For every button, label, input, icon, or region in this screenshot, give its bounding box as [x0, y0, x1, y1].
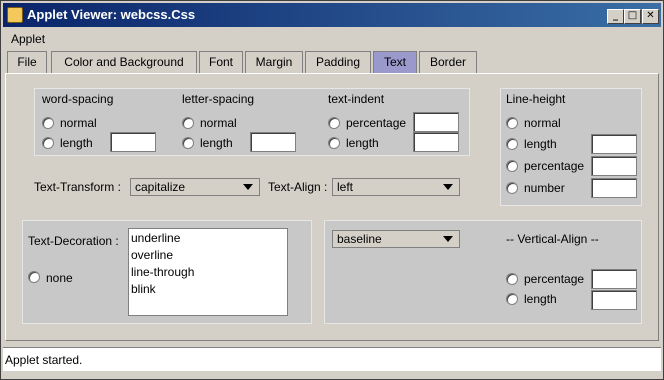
list-item-underline[interactable]: underline [131, 231, 180, 245]
tab-padding[interactable]: Padding [305, 51, 371, 73]
vertical-align-length-label: length [524, 292, 557, 306]
line-height-title: Line-height [506, 92, 566, 106]
text-decoration-none-radio[interactable] [28, 271, 40, 283]
text-indent-percentage-label: percentage [346, 116, 407, 130]
word-spacing-normal-label: normal [60, 116, 97, 130]
text-decoration-list[interactable]: underline overline line-through blink [128, 228, 288, 316]
applet-window: Applet Viewer: webcss.Css _ □ ✕ Applet F… [0, 0, 664, 380]
letter-spacing-normal-label: normal [200, 116, 237, 130]
text-transform-select[interactable]: capitalize [130, 178, 260, 196]
letter-spacing-title: letter-spacing [182, 92, 255, 106]
window-title: Applet Viewer: webcss.Css [27, 7, 196, 22]
line-height-number-label: number [524, 181, 565, 195]
text-transform-value: capitalize [135, 180, 186, 194]
vertical-align-value: baseline [337, 232, 382, 246]
word-spacing-normal-radio[interactable] [42, 117, 54, 129]
vertical-align-percentage-input[interactable] [591, 269, 637, 289]
word-spacing-length-label: length [60, 136, 93, 150]
text-align-label: Text-Align : [268, 180, 328, 194]
line-height-number-radio[interactable] [506, 182, 518, 194]
tab-file[interactable]: File [7, 51, 47, 73]
text-transform-label: Text-Transform : [34, 180, 121, 194]
list-item-line-through[interactable]: line-through [131, 265, 194, 279]
tab-text[interactable]: Text [373, 51, 417, 73]
line-height-normal-label: normal [524, 116, 561, 130]
text-indent-length-radio[interactable] [328, 137, 340, 149]
tab-margin[interactable]: Margin [245, 51, 303, 73]
title-bar[interactable]: Applet Viewer: webcss.Css _ □ ✕ [3, 3, 661, 27]
letter-spacing-normal-radio[interactable] [182, 117, 194, 129]
line-height-percentage-input[interactable] [591, 156, 637, 176]
chevron-down-icon [243, 184, 253, 190]
line-height-normal-radio[interactable] [506, 117, 518, 129]
vertical-align-title: -- Vertical-Align -- [506, 232, 599, 246]
text-decoration-none-label: none [46, 271, 73, 285]
vertical-align-percentage-radio[interactable] [506, 273, 518, 285]
text-indent-percentage-radio[interactable] [328, 117, 340, 129]
minimize-button[interactable]: _ [607, 9, 624, 24]
text-align-value: left [337, 180, 354, 194]
text-align-select[interactable]: left [332, 178, 460, 196]
text-decoration-label: Text-Decoration : [28, 234, 119, 248]
line-height-length-input[interactable] [591, 134, 637, 154]
letter-spacing-length-radio[interactable] [182, 137, 194, 149]
line-height-percentage-radio[interactable] [506, 160, 518, 172]
vertical-align-percentage-label: percentage [524, 272, 585, 286]
chevron-down-icon [443, 184, 453, 190]
vertical-align-length-radio[interactable] [506, 293, 518, 305]
menu-bar: Applet [3, 29, 661, 49]
word-spacing-length-input[interactable] [110, 132, 156, 152]
line-height-length-radio[interactable] [506, 138, 518, 150]
maximize-button[interactable]: □ [624, 9, 641, 24]
vertical-align-select[interactable]: baseline [332, 230, 460, 248]
close-button[interactable]: ✕ [642, 9, 659, 24]
status-bar: Applet started. [3, 347, 661, 371]
java-cup-icon [7, 7, 23, 23]
tab-border[interactable]: Border [419, 51, 477, 73]
list-item-blink[interactable]: blink [131, 282, 156, 296]
line-height-length-label: length [524, 137, 557, 151]
text-tab-panel: word-spacing normal length letter-spacin… [5, 73, 659, 341]
list-item-overline[interactable]: overline [131, 248, 173, 262]
word-spacing-length-radio[interactable] [42, 137, 54, 149]
text-indent-title: text-indent [328, 92, 385, 106]
letter-spacing-length-label: length [200, 136, 233, 150]
word-spacing-title: word-spacing [42, 92, 114, 106]
menu-applet[interactable]: Applet [11, 32, 45, 46]
line-height-percentage-label: percentage [524, 159, 585, 173]
text-indent-length-label: length [346, 136, 379, 150]
text-indent-length-input[interactable] [413, 132, 459, 152]
chevron-down-icon [443, 236, 453, 242]
tab-color-and-background[interactable]: Color and Background [51, 51, 197, 73]
tab-font[interactable]: Font [199, 51, 243, 73]
line-height-number-input[interactable] [591, 178, 637, 198]
text-indent-percentage-input[interactable] [413, 112, 459, 132]
letter-spacing-length-input[interactable] [250, 132, 296, 152]
vertical-align-length-input[interactable] [591, 290, 637, 310]
status-text: Applet started. [5, 353, 83, 367]
